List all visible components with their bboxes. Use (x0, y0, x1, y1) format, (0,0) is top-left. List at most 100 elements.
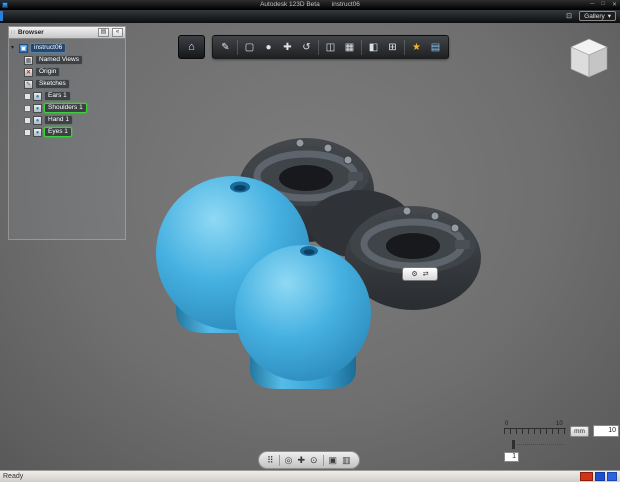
split-tool-button[interactable]: ◧ (364, 37, 383, 57)
move-tool-button[interactable]: ✚ (278, 37, 297, 57)
item-label[interactable]: Origin (35, 67, 61, 77)
item-label[interactable]: Ears 1 (44, 91, 71, 101)
gear-icon[interactable]: ⚙ (411, 270, 417, 278)
visibility-checkbox[interactable] (24, 128, 31, 136)
gallery-button[interactable]: Gallery ▾ (579, 11, 616, 21)
title-bar: Autodesk 123D Beta instruct06 ─ □ ✕ (0, 0, 620, 10)
display-settings-icon[interactable]: ▥ (342, 455, 351, 465)
unit-button[interactable]: mm (570, 426, 589, 437)
scale-min-label: 0 (505, 421, 509, 427)
move-arrows-icon[interactable]: ⇄ (423, 270, 429, 278)
document-title: instruct06 (331, 1, 360, 8)
panel-collapse-icon[interactable]: « (112, 28, 123, 37)
browser-item-hand[interactable]: ● Hand 1 (11, 115, 123, 125)
move-icon: ✚ (283, 41, 292, 53)
browser-item-named-views[interactable]: ▦ Named Views (11, 55, 123, 65)
zoom-icon[interactable]: ⊙ (310, 455, 318, 465)
ear-dome-right[interactable] (235, 245, 371, 389)
navigation-bar: ⠿ ◎ ✚ ⊙ ▣ ▥ (258, 451, 360, 469)
sketches-icon: ✎ (24, 79, 33, 89)
combine-tool-button[interactable]: ⊞ (383, 37, 402, 57)
status-blocks (580, 472, 617, 481)
view-cube[interactable] (566, 36, 612, 82)
body-icon: ● (33, 127, 42, 137)
scale-max-label: 10 (556, 421, 563, 427)
minimize-button[interactable]: ─ (590, 1, 594, 8)
item-label[interactable]: Sketches (35, 79, 70, 89)
material-icon: ★ (412, 41, 421, 53)
item-label[interactable]: Named Views (35, 55, 83, 65)
view-cube-graphic (570, 38, 608, 78)
status-blue-button-1[interactable] (595, 472, 605, 481)
snap-tool-button[interactable]: ▤ (426, 37, 445, 57)
split-icon: ◧ (368, 41, 379, 53)
pattern-tool-button[interactable]: ▦ (340, 37, 359, 57)
expand-arrow-icon[interactable]: ▾ (11, 44, 17, 52)
snap-increment-input[interactable]: 1 (504, 452, 519, 462)
grid-size-input[interactable]: 10 (593, 425, 619, 437)
browser-tree: ▾ ▣ instruct06 ▦ Named Views ✕ Origin ✎ … (9, 39, 125, 141)
viewport-3d[interactable]: ∷ Browser ▤ « ▾ ▣ instruct06 ▦ Named Vie… (0, 23, 620, 470)
visibility-checkbox[interactable] (24, 104, 31, 112)
snapshot-icon[interactable]: ⊡ (566, 12, 572, 21)
body-icon: ● (33, 91, 42, 101)
fit-view-icon[interactable]: ▣ (329, 455, 338, 465)
tool-strip: ✎ ▢ ● ✚ ↺ ◫ ▦ ◧ ⊞ ★ ▤ (212, 35, 449, 59)
revolve-icon: ↺ (302, 41, 311, 53)
revolve-tool-button[interactable]: ↺ (297, 37, 316, 57)
item-label[interactable]: instruct06 (30, 43, 67, 53)
status-red-button[interactable] (580, 472, 593, 481)
snap-slider-handle[interactable] (512, 440, 515, 449)
scale-ruler (504, 428, 566, 434)
browser-item-ears[interactable]: ● Ears 1 (11, 91, 123, 101)
item-label[interactable]: Hand 1 (44, 115, 73, 125)
sketch-tool-button[interactable]: ✎ (216, 37, 235, 57)
browser-item-sketches[interactable]: ✎ Sketches (11, 79, 123, 89)
combine-icon: ⊞ (388, 41, 397, 53)
body-icon: ● (33, 115, 42, 125)
pattern-icon: ▦ (344, 41, 355, 53)
browser-item-eyes[interactable]: ● Eyes 1 (11, 127, 123, 137)
panel-grip-icon[interactable]: ∷ (11, 29, 15, 36)
snap-grid-icon: ▤ (430, 41, 441, 53)
origin-icon: ✕ (24, 67, 33, 77)
body-icon: ● (33, 103, 42, 113)
browser-item-origin[interactable]: ✕ Origin (11, 67, 123, 77)
browser-item-shoulders[interactable]: ● Shoulders 1 (11, 103, 123, 113)
status-message: Ready (3, 473, 24, 480)
snap-slider-track (517, 444, 564, 445)
top-strip: ⊡ Gallery ▾ (0, 10, 620, 23)
navbar-grip-icon[interactable]: ⠿ (267, 455, 274, 465)
left-edge-accent (0, 11, 3, 21)
orbit-icon[interactable]: ◎ (285, 455, 293, 465)
status-blue-button-2[interactable] (607, 472, 617, 481)
primitive-box-button[interactable]: ▢ (240, 37, 259, 57)
close-button[interactable]: ✕ (612, 1, 617, 8)
browser-panel: ∷ Browser ▤ « ▾ ▣ instruct06 ▦ Named Vie… (8, 26, 126, 240)
material-tool-button[interactable]: ★ (407, 37, 426, 57)
home-icon: ⌂ (188, 41, 195, 53)
item-label[interactable]: Eyes 1 (44, 127, 72, 137)
app-window: Autodesk 123D Beta instruct06 ─ □ ✕ ⊡ Ga… (0, 0, 620, 482)
visibility-checkbox[interactable] (24, 92, 31, 100)
window-title: Autodesk 123D Beta instruct06 (0, 1, 620, 8)
mirror-icon: ◫ (325, 41, 336, 53)
grid-scale-widget: 0 10 mm 10 1 (498, 421, 620, 467)
home-view-button[interactable]: ⌂ (178, 35, 205, 59)
primitive-sphere-button[interactable]: ● (259, 37, 278, 57)
browser-item-instruct06[interactable]: ▾ ▣ instruct06 (11, 43, 123, 53)
panel-layout-icon[interactable]: ▤ (98, 28, 109, 37)
status-bar: Ready (0, 470, 620, 482)
item-label[interactable]: Shoulders 1 (44, 103, 87, 113)
named-views-icon: ▦ (24, 55, 33, 65)
visibility-checkbox[interactable] (24, 116, 31, 124)
mirror-tool-button[interactable]: ◫ (321, 37, 340, 57)
pan-icon[interactable]: ✚ (297, 455, 305, 465)
box-icon: ▢ (244, 41, 255, 53)
maximize-button[interactable]: □ (601, 1, 605, 8)
gallery-label: Gallery (584, 12, 605, 20)
document-icon: ▣ (19, 43, 28, 53)
browser-header[interactable]: ∷ Browser ▤ « (9, 27, 125, 39)
main-toolbar: ⌂ ✎ ▢ ● ✚ ↺ ◫ ▦ ◧ ⊞ ★ ▤ (178, 35, 449, 59)
app-title: Autodesk 123D Beta (260, 1, 320, 8)
